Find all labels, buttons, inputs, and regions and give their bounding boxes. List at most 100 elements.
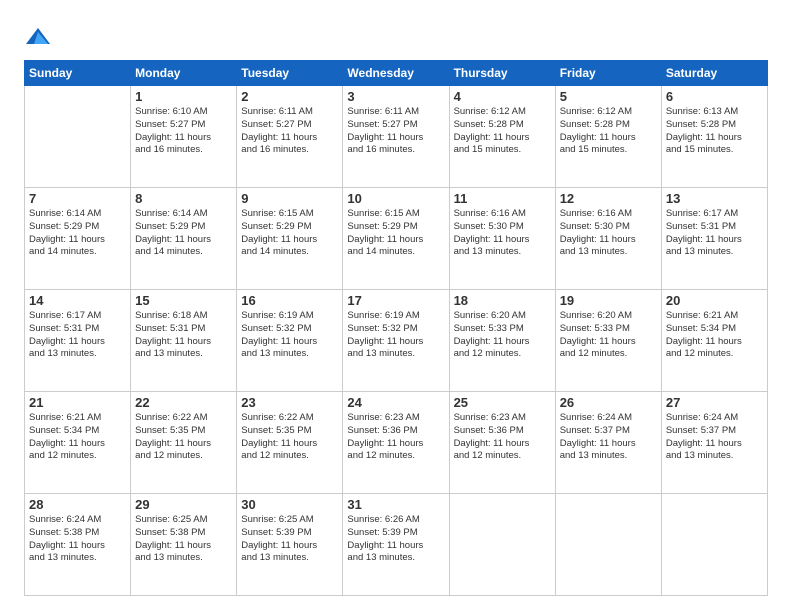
day-info: Sunrise: 6:11 AMSunset: 5:27 PMDaylight:… — [241, 106, 338, 157]
calendar-cell: 11 Sunrise: 6:16 AMSunset: 5:30 PMDayligh… — [449, 188, 555, 290]
day-number: 27 — [666, 395, 763, 410]
day-info: Sunrise: 6:16 AMSunset: 5:30 PMDaylight:… — [560, 208, 657, 259]
day-number: 1 — [135, 89, 232, 104]
day-info: Sunrise: 6:26 AMSunset: 5:39 PMDaylight:… — [347, 514, 444, 565]
logo — [24, 24, 54, 52]
calendar-cell: 22 Sunrise: 6:22 AMSunset: 5:35 PMDayligh… — [131, 392, 237, 494]
day-number: 8 — [135, 191, 232, 206]
calendar-cell: 26 Sunrise: 6:24 AMSunset: 5:37 PMDayligh… — [555, 392, 661, 494]
day-number: 3 — [347, 89, 444, 104]
day-number: 13 — [666, 191, 763, 206]
day-info: Sunrise: 6:14 AMSunset: 5:29 PMDaylight:… — [29, 208, 126, 259]
day-number: 22 — [135, 395, 232, 410]
day-info: Sunrise: 6:15 AMSunset: 5:29 PMDaylight:… — [241, 208, 338, 259]
day-info: Sunrise: 6:18 AMSunset: 5:31 PMDaylight:… — [135, 310, 232, 361]
calendar-header-friday: Friday — [555, 61, 661, 86]
calendar-cell: 31 Sunrise: 6:26 AMSunset: 5:39 PMDayligh… — [343, 494, 449, 596]
day-info: Sunrise: 6:10 AMSunset: 5:27 PMDaylight:… — [135, 106, 232, 157]
day-info: Sunrise: 6:16 AMSunset: 5:30 PMDaylight:… — [454, 208, 551, 259]
logo-icon — [24, 24, 52, 52]
day-number: 26 — [560, 395, 657, 410]
calendar-week-2: 7 Sunrise: 6:14 AMSunset: 5:29 PMDaylight… — [25, 188, 768, 290]
header — [24, 20, 768, 52]
day-number: 10 — [347, 191, 444, 206]
calendar-cell: 17Sunrise: 6:19 AMSunset: 5:32 PMDayligh… — [343, 290, 449, 392]
day-info: Sunrise: 6:24 AMSunset: 5:37 PMDaylight:… — [560, 412, 657, 463]
calendar-cell: 23Sunrise: 6:22 AMSunset: 5:35 PMDayligh… — [237, 392, 343, 494]
day-info: Sunrise: 6:25 AMSunset: 5:38 PMDaylight:… — [135, 514, 232, 565]
day-number: 9 — [241, 191, 338, 206]
calendar-cell: 30 Sunrise: 6:25 AMSunset: 5:39 PMDayligh… — [237, 494, 343, 596]
day-number: 18 — [454, 293, 551, 308]
calendar-cell: 16 Sunrise: 6:19 AMSunset: 5:32 PMDayligh… — [237, 290, 343, 392]
calendar-cell: 10 Sunrise: 6:15 AMSunset: 5:29 PMDayligh… — [343, 188, 449, 290]
calendar-cell: 8 Sunrise: 6:14 AMSunset: 5:29 PMDaylight… — [131, 188, 237, 290]
day-info: Sunrise: 6:24 AMSunset: 5:37 PMDaylight:… — [666, 412, 763, 463]
day-number: 4 — [454, 89, 551, 104]
calendar-cell: 1 Sunrise: 6:10 AMSunset: 5:27 PMDaylight… — [131, 86, 237, 188]
day-number: 15 — [135, 293, 232, 308]
day-info: Sunrise: 6:25 AMSunset: 5:39 PMDaylight:… — [241, 514, 338, 565]
calendar-cell: 4 Sunrise: 6:12 AMSunset: 5:28 PMDaylight… — [449, 86, 555, 188]
calendar-header-saturday: Saturday — [661, 61, 767, 86]
day-info: Sunrise: 6:19 AMSunset: 5:32 PMDaylight:… — [241, 310, 338, 361]
calendar-cell: 21 Sunrise: 6:21 AMSunset: 5:34 PMDayligh… — [25, 392, 131, 494]
day-info: Sunrise: 6:20 AMSunset: 5:33 PMDaylight:… — [454, 310, 551, 361]
calendar-cell: 18 Sunrise: 6:20 AMSunset: 5:33 PMDayligh… — [449, 290, 555, 392]
day-number: 12 — [560, 191, 657, 206]
calendar-cell — [449, 494, 555, 596]
calendar-header-wednesday: Wednesday — [343, 61, 449, 86]
calendar-cell: 7 Sunrise: 6:14 AMSunset: 5:29 PMDaylight… — [25, 188, 131, 290]
calendar-cell — [555, 494, 661, 596]
day-number: 16 — [241, 293, 338, 308]
day-info: Sunrise: 6:17 AMSunset: 5:31 PMDaylight:… — [29, 310, 126, 361]
day-info: Sunrise: 6:12 AMSunset: 5:28 PMDaylight:… — [560, 106, 657, 157]
calendar-cell: 14 Sunrise: 6:17 AMSunset: 5:31 PMDayligh… — [25, 290, 131, 392]
day-number: 21 — [29, 395, 126, 410]
day-number: 14 — [29, 293, 126, 308]
day-number: 24 — [347, 395, 444, 410]
day-number: 29 — [135, 497, 232, 512]
calendar-cell: 29 Sunrise: 6:25 AMSunset: 5:38 PMDayligh… — [131, 494, 237, 596]
day-info: Sunrise: 6:19 AMSunset: 5:32 PMDaylight:… — [347, 310, 444, 361]
page: SundayMondayTuesdayWednesdayThursdayFrid… — [0, 0, 792, 612]
day-info: Sunrise: 6:15 AMSunset: 5:29 PMDaylight:… — [347, 208, 444, 259]
calendar-header-tuesday: Tuesday — [237, 61, 343, 86]
day-info: Sunrise: 6:22 AMSunset: 5:35 PMDaylight:… — [135, 412, 232, 463]
day-info: Sunrise: 6:17 AMSunset: 5:31 PMDaylight:… — [666, 208, 763, 259]
calendar-header-thursday: Thursday — [449, 61, 555, 86]
calendar-cell: 27 Sunrise: 6:24 AMSunset: 5:37 PMDayligh… — [661, 392, 767, 494]
day-info: Sunrise: 6:14 AMSunset: 5:29 PMDaylight:… — [135, 208, 232, 259]
day-info: Sunrise: 6:12 AMSunset: 5:28 PMDaylight:… — [454, 106, 551, 157]
day-number: 25 — [454, 395, 551, 410]
calendar-cell: 6Sunrise: 6:13 AMSunset: 5:28 PMDaylight… — [661, 86, 767, 188]
day-info: Sunrise: 6:21 AMSunset: 5:34 PMDaylight:… — [29, 412, 126, 463]
calendar-cell: 25 Sunrise: 6:23 AMSunset: 5:36 PMDayligh… — [449, 392, 555, 494]
calendar-cell: 13 Sunrise: 6:17 AMSunset: 5:31 PMDayligh… — [661, 188, 767, 290]
day-number: 11 — [454, 191, 551, 206]
day-number: 30 — [241, 497, 338, 512]
day-number: 23 — [241, 395, 338, 410]
day-number: 2 — [241, 89, 338, 104]
calendar-cell: 12 Sunrise: 6:16 AMSunset: 5:30 PMDayligh… — [555, 188, 661, 290]
day-info: Sunrise: 6:11 AMSunset: 5:27 PMDaylight:… — [347, 106, 444, 157]
calendar-cell: 28 Sunrise: 6:24 AMSunset: 5:38 PMDayligh… — [25, 494, 131, 596]
calendar-cell: 3 Sunrise: 6:11 AMSunset: 5:27 PMDaylight… — [343, 86, 449, 188]
day-number: 20 — [666, 293, 763, 308]
calendar-week-5: 28 Sunrise: 6:24 AMSunset: 5:38 PMDayligh… — [25, 494, 768, 596]
day-number: 7 — [29, 191, 126, 206]
day-number: 28 — [29, 497, 126, 512]
day-number: 5 — [560, 89, 657, 104]
day-info: Sunrise: 6:23 AMSunset: 5:36 PMDaylight:… — [454, 412, 551, 463]
calendar-cell — [661, 494, 767, 596]
day-number: 31 — [347, 497, 444, 512]
calendar-cell: 19Sunrise: 6:20 AMSunset: 5:33 PMDayligh… — [555, 290, 661, 392]
calendar-week-3: 14 Sunrise: 6:17 AMSunset: 5:31 PMDayligh… — [25, 290, 768, 392]
day-info: Sunrise: 6:21 AMSunset: 5:34 PMDaylight:… — [666, 310, 763, 361]
calendar-cell: 20 Sunrise: 6:21 AMSunset: 5:34 PMDayligh… — [661, 290, 767, 392]
calendar-cell: 9 Sunrise: 6:15 AMSunset: 5:29 PMDaylight… — [237, 188, 343, 290]
calendar-header-row: SundayMondayTuesdayWednesdayThursdayFrid… — [25, 61, 768, 86]
day-info: Sunrise: 6:24 AMSunset: 5:38 PMDaylight:… — [29, 514, 126, 565]
calendar-cell: 24Sunrise: 6:23 AMSunset: 5:36 PMDayligh… — [343, 392, 449, 494]
calendar-cell: 15 Sunrise: 6:18 AMSunset: 5:31 PMDayligh… — [131, 290, 237, 392]
